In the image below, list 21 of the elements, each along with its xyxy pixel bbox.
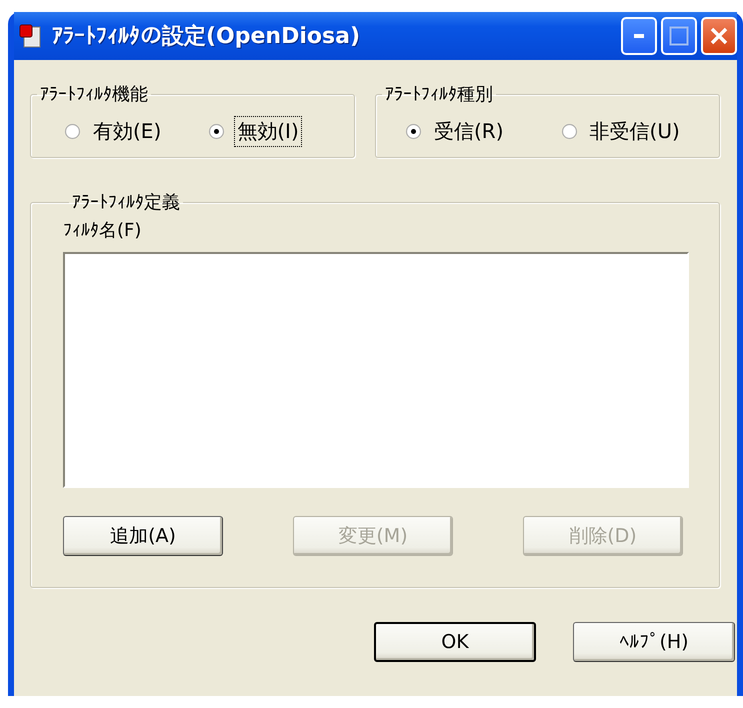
window-title: ｱﾗｰﾄﾌｨﾙﾀの設定(OpenDiosa) [52,22,361,51]
radio-icon[interactable] [209,124,224,139]
list-label: ﾌｨﾙﾀ名(F) [63,219,142,242]
group-label: ｱﾗｰﾄﾌｨﾙﾀ定義 [71,191,181,214]
dialog-button[interactable]: OK [374,622,536,662]
radio-option[interactable]: 非受信(U) [562,116,683,147]
group-label: ｱﾗｰﾄﾌｨﾙﾀ機能 [39,83,149,106]
dialog-button[interactable]: ﾍﾙﾌﾟ(H) [573,622,735,662]
dialog-button[interactable]: 追加(A) [63,516,223,556]
minimize-icon [634,34,644,38]
close-button[interactable] [701,17,737,55]
maximize-button[interactable] [661,17,697,55]
group-label: ｱﾗｰﾄﾌｨﾙﾀ種別 [384,83,494,106]
radio-option[interactable]: 受信(R) [406,116,507,147]
radio-icon[interactable] [562,124,577,139]
radio-icon[interactable] [406,124,421,139]
close-icon [709,26,729,46]
radio-option[interactable]: 有効(E) [65,116,164,147]
maximize-icon [669,26,689,46]
minimize-button[interactable] [621,17,657,55]
radio-icon[interactable] [65,124,80,139]
